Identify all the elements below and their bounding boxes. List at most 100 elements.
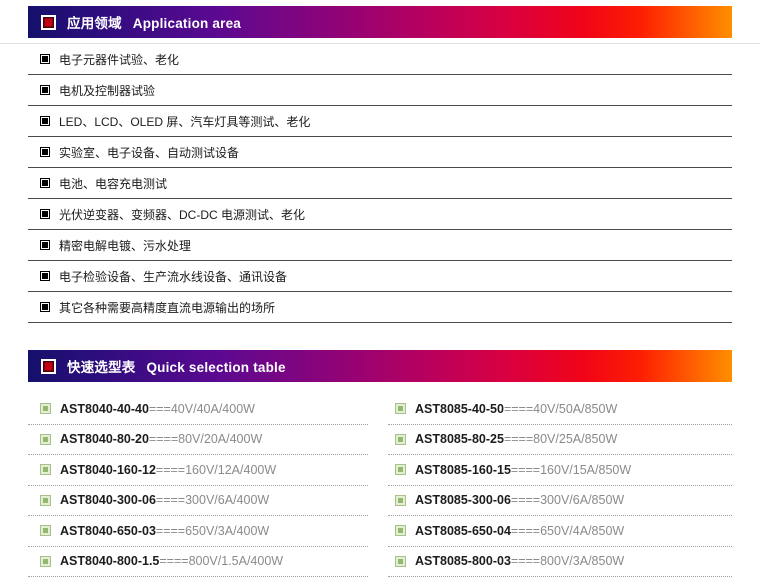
leader: ==== xyxy=(159,554,188,568)
table-row: AST8040-80-20====80V/20A/400W xyxy=(28,425,368,456)
leader: === xyxy=(149,402,171,416)
green-square-icon xyxy=(395,464,406,475)
model-number: AST8040-300-06 xyxy=(60,493,156,507)
list-item: 电子检验设备、生产流水线设备、通讯设备 xyxy=(28,261,732,292)
table-row: AST8040-160-12====160V/12A/400W xyxy=(28,455,368,486)
model-spec: 160V/15A/850W xyxy=(540,463,631,477)
green-square-icon xyxy=(40,556,51,567)
model-entry: AST8085-650-04====650V/4A/850W xyxy=(415,524,624,538)
table-row: AST8040-300-06====300V/6A/400W xyxy=(28,486,368,517)
table-row: AST8040-650-03====650V/3A/400W xyxy=(28,516,368,547)
green-square-icon xyxy=(395,525,406,536)
model-number: AST8085-800-03 xyxy=(415,554,511,568)
list-item-label: 光伏逆变器、变频器、DC-DC 电源测试、老化 xyxy=(59,206,305,223)
green-square-icon xyxy=(395,403,406,414)
square-bullet-icon xyxy=(40,209,50,219)
application-area-title: 应用领域 Application area xyxy=(67,12,241,32)
model-entry: AST8085-300-06====300V/6A/850W xyxy=(415,493,624,507)
green-square-icon xyxy=(40,403,51,414)
model-entry: AST8040-40-40===40V/40A/400W xyxy=(60,402,255,416)
green-square-icon xyxy=(395,495,406,506)
model-number: AST8085-650-04 xyxy=(415,524,511,538)
square-bullet-icon xyxy=(40,302,50,312)
quick-selection-title: 快速选型表 Quick selection table xyxy=(67,356,286,376)
table-row: AST8085-160-15====160V/15A/850W xyxy=(388,455,732,486)
quick-selection-title-zh: 快速选型表 xyxy=(67,360,136,375)
red-square-icon xyxy=(41,359,56,374)
page: 应用领域 Application area 电子元器件试验、老化 电机及控制器试… xyxy=(0,6,760,577)
model-entry: AST8040-80-20====80V/20A/400W xyxy=(60,432,262,446)
leader: ==== xyxy=(511,493,540,507)
leader: ==== xyxy=(156,463,185,477)
list-item-label: LED、LCD、OLED 屏、汽车灯具等测试、老化 xyxy=(59,113,310,130)
list-item: 精密电解电镀、污水处理 xyxy=(28,230,732,261)
model-spec: 800V/1.5A/400W xyxy=(189,554,284,568)
list-item: 电子元器件试验、老化 xyxy=(28,44,732,75)
model-entry: AST8085-40-50====40V/50A/850W xyxy=(415,402,617,416)
leader: ==== xyxy=(149,432,178,446)
application-area-header: 应用领域 Application area xyxy=(28,6,732,38)
table-row: AST8085-300-06====300V/6A/850W xyxy=(388,486,732,517)
model-entry: AST8040-650-03====650V/3A/400W xyxy=(60,524,269,538)
list-item: 光伏逆变器、变频器、DC-DC 电源测试、老化 xyxy=(28,199,732,230)
leader: ==== xyxy=(504,432,533,446)
model-spec: 80V/25A/850W xyxy=(533,432,617,446)
green-square-icon xyxy=(395,556,406,567)
green-square-icon xyxy=(395,434,406,445)
list-item-label: 电子检验设备、生产流水线设备、通讯设备 xyxy=(59,268,287,285)
model-spec: 300V/6A/400W xyxy=(185,493,269,507)
quick-selection-title-en: Quick selection table xyxy=(146,360,285,375)
table-row: AST8085-40-50====40V/50A/850W xyxy=(388,394,732,425)
model-entry: AST8040-300-06====300V/6A/400W xyxy=(60,493,269,507)
list-item-label: 电机及控制器试验 xyxy=(59,82,155,99)
model-number: AST8040-800-1.5 xyxy=(60,554,159,568)
list-item: LED、LCD、OLED 屏、汽车灯具等测试、老化 xyxy=(28,106,732,137)
leader: ==== xyxy=(511,524,540,538)
green-square-icon xyxy=(40,525,51,536)
green-square-icon xyxy=(40,434,51,445)
red-square-icon xyxy=(41,15,56,30)
square-bullet-icon xyxy=(40,116,50,126)
model-spec: 80V/20A/400W xyxy=(178,432,262,446)
table-row: AST8040-40-40===40V/40A/400W xyxy=(28,394,368,425)
quick-selection-header: 快速选型表 Quick selection table xyxy=(28,350,732,382)
leader: ==== xyxy=(511,463,540,477)
green-square-icon xyxy=(40,464,51,475)
list-item-label: 其它各种需要高精度直流电源输出的场所 xyxy=(59,299,275,316)
table-row: AST8085-800-03====800V/3A/850W xyxy=(388,547,732,578)
model-spec: 300V/6A/850W xyxy=(540,493,624,507)
model-number: AST8040-160-12 xyxy=(60,463,156,477)
list-item-label: 精密电解电镀、污水处理 xyxy=(59,237,191,254)
square-bullet-icon xyxy=(40,54,50,64)
model-spec: 40V/40A/400W xyxy=(171,402,255,416)
square-bullet-icon xyxy=(40,147,50,157)
leader: ==== xyxy=(156,524,185,538)
model-number: AST8085-160-15 xyxy=(415,463,511,477)
table-row: AST8085-80-25====80V/25A/850W xyxy=(388,425,732,456)
model-spec: 650V/3A/400W xyxy=(185,524,269,538)
list-item-label: 电池、电容充电测试 xyxy=(59,175,167,192)
square-bullet-icon xyxy=(40,240,50,250)
list-item: 电机及控制器试验 xyxy=(28,75,732,106)
model-entry: AST8040-160-12====160V/12A/400W xyxy=(60,463,276,477)
model-spec: 650V/4A/850W xyxy=(540,524,624,538)
application-area-title-en: Application area xyxy=(133,16,241,31)
selection-column-right: AST8085-40-50====40V/50A/850W AST8085-80… xyxy=(388,394,732,577)
model-entry: AST8085-160-15====160V/15A/850W xyxy=(415,463,631,477)
table-row: AST8085-650-04====650V/4A/850W xyxy=(388,516,732,547)
leader: ==== xyxy=(156,493,185,507)
leader: ==== xyxy=(511,554,540,568)
list-item-label: 实验室、电子设备、自动测试设备 xyxy=(59,144,239,161)
model-entry: AST8085-800-03====800V/3A/850W xyxy=(415,554,624,568)
model-spec: 160V/12A/400W xyxy=(185,463,276,477)
model-spec: 800V/3A/850W xyxy=(540,554,624,568)
application-list: 电子元器件试验、老化 电机及控制器试验 LED、LCD、OLED 屏、汽车灯具等… xyxy=(28,44,732,323)
model-number: AST8085-40-50 xyxy=(415,402,504,416)
model-number: AST8040-40-40 xyxy=(60,402,149,416)
table-row: AST8040-800-1.5====800V/1.5A/400W xyxy=(28,547,368,578)
list-item: 电池、电容充电测试 xyxy=(28,168,732,199)
list-item-label: 电子元器件试验、老化 xyxy=(59,51,179,68)
model-number: AST8085-300-06 xyxy=(415,493,511,507)
green-square-icon xyxy=(40,495,51,506)
model-entry: AST8040-800-1.5====800V/1.5A/400W xyxy=(60,554,283,568)
